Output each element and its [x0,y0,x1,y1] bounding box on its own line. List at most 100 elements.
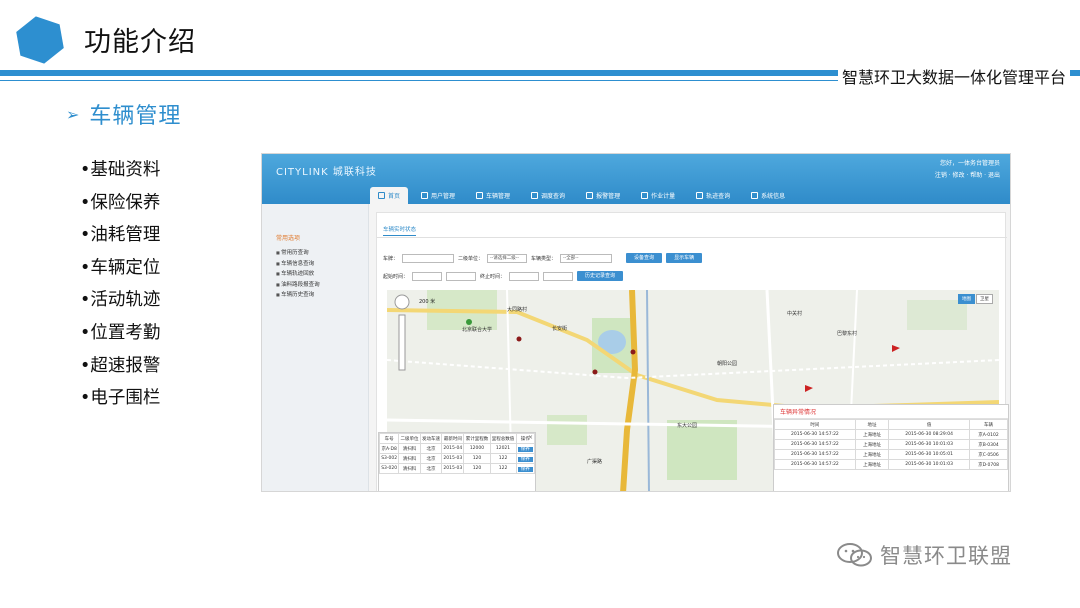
table-row[interactable]: 2015-06-30 14:57:22 上海地址 2015-06-30 10:0… [774,439,1008,450]
main-nav: 首页 用户管理 车辆管理 调度查询 报警管理 作业计量 轨迹查询 系统信息 [370,187,793,204]
table-row[interactable]: S3-002 清扫科 北京 2015-03 120 122 保养 [378,453,536,464]
table-row[interactable]: 京A·D8 清扫科 北京 2015-04 12000 12021 保养 [378,443,536,454]
chart-icon [641,192,649,199]
sidebar-item[interactable]: 车辆信息查询 [276,259,320,270]
nav-tab-dispatch[interactable]: 调度查询 [523,187,573,204]
map-type-satellite[interactable]: 卫星 [976,294,993,304]
vehicle-table: 车号 二级单位 发动车速 最新时间 累计里程数 里程总数值 操作 京A·D8 清… [378,433,536,474]
user-greeting: 您好，一体务台管理员 [939,160,1000,167]
search-icon [531,192,539,199]
feature-item: •基础资料 [80,160,161,180]
platform-name: 智慧环卫大数据一体化管理平台 [837,64,1070,88]
end-date-input[interactable] [509,271,540,281]
sidebar-title: 常用选项 [276,235,301,242]
watermark-text: 智慧环卫联盟 [880,544,1012,568]
sidebar-item[interactable]: 车辆历史查询 [276,290,320,301]
start-time-label: 起始时间： [383,273,409,280]
query-button[interactable]: 设备查询 [626,253,663,263]
map-label: 朝阳公园 [717,361,738,367]
section-heading: ➢ 车辆管理 [66,98,181,130]
feature-item: •超速报警 [80,355,161,376]
nav-tab-alarms[interactable]: 报警管理 [578,187,628,204]
table-header: 最新时间 [441,433,465,444]
wechat-watermark: 智慧环卫联盟 [836,540,1012,570]
map-label: 长安街 [552,326,568,332]
table-row[interactable]: 2015-06-30 14:57:22 上海地址 2015-06-30 10:0… [774,459,1008,470]
arrow-bullet-icon: ➢ [66,104,80,124]
table-header: 二级单位 [398,433,421,444]
breadcrumb[interactable]: 车辆实时状态 [383,225,417,236]
plate-label: 车牌： [383,255,399,262]
map-type-map[interactable]: 地图 [958,294,975,304]
table-header: 累计里程数 [463,433,491,444]
end-time-label: 终止时间： [480,273,506,280]
feature-item: •油耗管理 [80,225,161,246]
app-logo: CITYLINK 城联科技 [276,167,377,178]
map-label: 巴黎东村 [837,331,858,337]
info-icon [751,192,759,199]
maintain-button[interactable]: 保养 [517,446,533,452]
table-row[interactable]: 2015-06-30 14:57:22 上海地址 2015-06-30 10:0… [774,449,1008,460]
table-header: 值 [888,419,971,430]
end-hour-input[interactable] [543,271,574,281]
history-query-button[interactable]: 历史记录查询 [577,271,624,281]
sidebar-item[interactable]: 车辆轨迹回放 [276,269,320,280]
map-label: 广渠路 [587,459,603,465]
hexagon-logo-icon [16,16,64,64]
type-select[interactable]: --全部-- [560,253,613,263]
plate-input[interactable] [402,253,455,263]
feature-item: •车辆定位 [80,257,161,278]
map-type-switch: 地图 卫星 [958,294,993,304]
nav-tab-vehicles[interactable]: 车辆管理 [468,187,518,204]
track-icon [696,192,704,199]
filter-row-2: 起始时间： 终止时间： 历史记录查询 [383,271,624,281]
close-icon[interactable]: × [528,434,533,441]
map-label: 东大公园 [677,423,698,429]
breadcrumb-rule [377,237,1007,238]
table-header: 发动车速 [419,433,443,444]
alarm-title: 车辆异常情况 [774,405,1008,419]
filter-row-1: 车牌： 二级单位： --请选择二级-- 车辆类型： --全部-- 设备查询 显示… [383,253,703,263]
title-rule-thin [0,80,848,81]
user-links[interactable]: 注销 · 修改 · 帮助 · 退出 [935,170,1000,182]
maintain-button[interactable]: 保养 [517,456,533,462]
nav-tab-home[interactable]: 首页 [370,187,409,204]
maintain-button[interactable]: 保养 [517,466,533,472]
table-header: 时间 [774,419,856,430]
map-label: 中关村 [787,311,803,317]
nav-tab-users[interactable]: 用户管理 [413,187,463,204]
vehicle-table-panel: × 车号 二级单位 发动车速 最新时间 累计里程数 里程总数值 操作 京A·D8… [378,432,536,491]
feature-item: •位置考勤 [80,322,161,343]
map-label: 北京联合大学 [462,327,493,333]
truck-icon [476,192,484,199]
map-label: 大同路村 [507,307,528,313]
company-label: 二级单位： [458,255,484,262]
feature-item: •保险保养 [80,192,161,213]
start-hour-input[interactable] [446,271,477,281]
company-select[interactable]: --请选择二级-- [487,253,528,263]
show-vehicles-button[interactable]: 显示车辆 [666,253,703,263]
slide-title: 功能介绍 [84,27,196,58]
app-sidebar: 常用选项 常用历查询 车辆信息查询 车辆轨迹回放 油料路段报查询 车辆历史查询 [262,204,369,491]
start-date-input[interactable] [412,271,443,281]
feature-list: •基础资料 •保险保养 •油耗管理 •车辆定位 •活动轨迹 •位置考勤 •超速报… [80,154,160,415]
feature-item: •电子围栏 [80,388,161,409]
sidebar-item[interactable]: 常用历查询 [276,248,320,259]
nav-tab-track[interactable]: 轨迹查询 [688,187,738,204]
table-header: 车号 [378,433,400,444]
map-scale: 200 米 [419,299,436,305]
wechat-icon [837,543,872,567]
table-row[interactable]: S3-020 清扫科 北京 2015-03 120 122 保养 [378,463,536,474]
alarm-panel: 车辆异常情况 时间 地址 值 车辆 2015-06-30 14:57:22 上海… [773,404,1009,491]
app-screenshot: CITYLINK 城联科技 您好，一体务台管理员 注销 · 修改 · 帮助 · … [261,153,1011,492]
alarm-table: 时间 地址 值 车辆 2015-06-30 14:57:22 上海地址 2015… [774,419,1008,470]
sidebar-item[interactable]: 油料路段报查询 [276,280,320,291]
table-header: 里程总数值 [489,433,517,444]
nav-tab-system[interactable]: 系统信息 [743,187,793,204]
user-icon [421,192,429,199]
app-header: CITYLINK 城联科技 您好，一体务台管理员 注销 · 修改 · 帮助 · … [262,154,1010,204]
home-icon [378,192,385,199]
alarm-icon [586,192,594,199]
table-row[interactable]: 2015-06-30 14:57:22 上海地址 2015-06-30 08:2… [774,429,1008,440]
nav-tab-metering[interactable]: 作业计量 [633,187,683,204]
